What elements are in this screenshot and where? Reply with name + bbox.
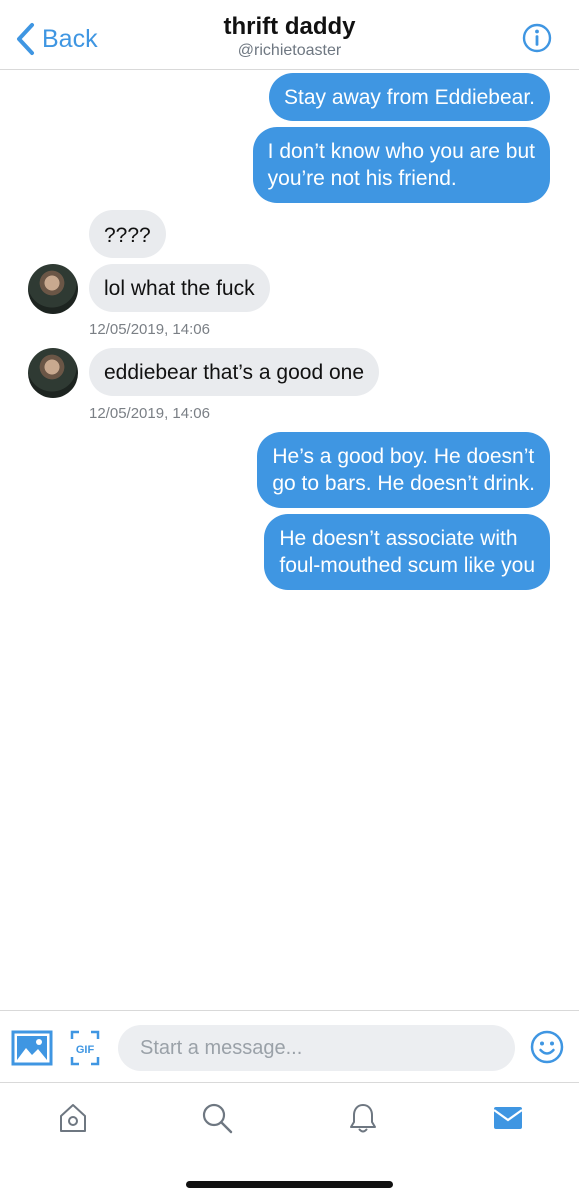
gif-label: GIF (76, 1044, 95, 1056)
message-timestamp: 12/05/2019, 14:06 (89, 405, 210, 422)
message-text: He’s a good boy. He doesn’t (272, 445, 535, 468)
message-text: go to bars. He doesn’t drink. (272, 472, 535, 495)
message-text: Stay away from Eddiebear. (284, 86, 535, 109)
message-bubble-outgoing[interactable]: I don’t know who you are but you’re not … (252, 127, 550, 203)
home-indicator (186, 1181, 393, 1188)
message-bubble-outgoing[interactable]: He doesn’t associate with foul-mouthed s… (264, 514, 550, 590)
gif-icon[interactable]: GIF (70, 1030, 100, 1066)
contact-name: thrift daddy (223, 13, 356, 40)
dm-screen: Back thrift daddy @richietoaster Stay aw… (0, 0, 579, 1200)
message-text: eddiebear that’s a good one (104, 361, 364, 384)
message-bubble-incoming[interactable]: eddiebear that’s a good one (89, 348, 379, 396)
bell-icon[interactable] (346, 1101, 380, 1135)
message-timestamp: 12/05/2019, 14:06 (89, 321, 210, 338)
message-text: I don’t know who you are but (267, 140, 535, 163)
message-text: lol what the fuck (104, 277, 255, 300)
message-text: foul-mouthed scum like you (279, 554, 535, 577)
conversation-header: Back thrift daddy @richietoaster (0, 0, 579, 70)
tab-bar (0, 1083, 579, 1200)
message-bubble-outgoing[interactable]: Stay away from Eddiebear. (269, 73, 550, 121)
avatar[interactable] (28, 264, 78, 314)
emoji-icon[interactable] (530, 1030, 564, 1064)
message-bubble-incoming[interactable]: lol what the fuck (89, 264, 270, 312)
conversation-title[interactable]: thrift daddy @richietoaster (0, 12, 579, 60)
message-text: you’re not his friend. (267, 167, 457, 190)
search-icon[interactable] (200, 1101, 234, 1135)
message-bubble-incoming[interactable]: ???? (89, 210, 166, 258)
message-bubble-outgoing[interactable]: He’s a good boy. He doesn’t go to bars. … (257, 432, 550, 508)
message-text: He doesn’t associate with (279, 527, 518, 550)
envelope-icon[interactable] (491, 1101, 525, 1135)
info-icon[interactable] (522, 23, 552, 53)
home-icon[interactable] (56, 1101, 90, 1135)
avatar[interactable] (28, 348, 78, 398)
message-input[interactable] (118, 1025, 515, 1071)
image-icon[interactable] (11, 1030, 53, 1066)
message-text: ???? (104, 224, 151, 247)
message-composer: GIF (0, 1010, 579, 1083)
message-list[interactable]: Stay away from Eddiebear. I don’t know w… (0, 70, 579, 1010)
contact-handle: @richietoaster (237, 42, 342, 59)
